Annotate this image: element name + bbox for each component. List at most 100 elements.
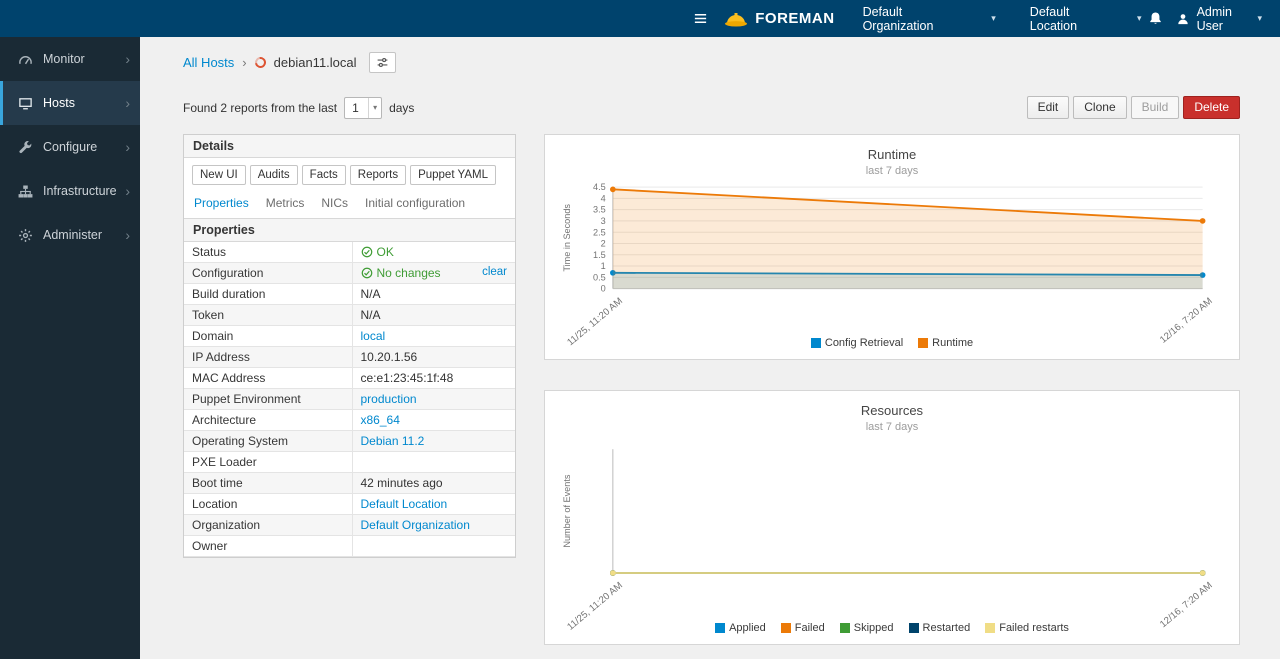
legend-item[interactable]: Failed restarts — [985, 622, 1069, 634]
sidebar-item-label: Hosts — [43, 96, 75, 110]
property-value: Debian 11.2 — [352, 431, 515, 452]
status-ok-text: OK — [377, 245, 394, 259]
sidebar-item-label: Administer — [43, 228, 102, 242]
sidebar-item-administer[interactable]: Administer › — [0, 213, 140, 257]
sidebar: Monitor›Hosts›Configure›Infrastructure›A… — [0, 37, 140, 659]
property-label: Domain — [184, 326, 352, 347]
property-link[interactable]: Default Location — [361, 497, 448, 511]
hamburger-menu-button[interactable] — [675, 11, 724, 26]
legend-item[interactable]: Runtime — [918, 337, 973, 349]
legend-label: Applied — [729, 622, 766, 634]
edit-button[interactable]: Edit — [1027, 96, 1070, 119]
facts-button[interactable]: Facts — [302, 165, 346, 185]
new-ui-button[interactable]: New UI — [192, 165, 246, 185]
property-label: Boot time — [184, 473, 352, 494]
legend-item[interactable]: Config Retrieval — [811, 337, 903, 349]
tab-initial-configuration[interactable]: Initial configuration — [365, 196, 465, 210]
tab-metrics[interactable]: Metrics — [266, 196, 305, 210]
user-menu[interactable]: Admin User ▾ — [1176, 5, 1262, 33]
breadcrumb-current-host: debian11.local — [274, 55, 357, 70]
chart-card-runtime: Runtimelast 7 days00.511.522.533.544.511… — [544, 134, 1240, 360]
details-card: Details New UIAuditsFactsReportsPuppet Y… — [183, 134, 516, 558]
property-row: IP Address10.20.1.56 — [184, 347, 515, 368]
chevron-right-icon: › — [125, 228, 130, 242]
property-value: No changes clear — [352, 263, 515, 284]
property-row: Organization Default Organization — [184, 515, 515, 536]
property-link[interactable]: Default Organization — [361, 518, 470, 532]
property-link[interactable]: Debian 11.2 — [361, 434, 425, 448]
sidebar-item-label: Infrastructure — [43, 184, 117, 198]
svg-text:4: 4 — [601, 193, 606, 203]
reports-button[interactable]: Reports — [350, 165, 406, 185]
chevron-right-icon: › — [125, 140, 130, 154]
property-link[interactable]: production — [361, 392, 417, 406]
property-label: Token — [184, 305, 352, 326]
property-value — [352, 536, 515, 557]
property-label: Configuration — [184, 263, 352, 284]
build-button: Build — [1131, 96, 1180, 119]
foreman-brand[interactable]: FOREMAN — [724, 9, 834, 29]
sidebar-item-infrastructure[interactable]: Infrastructure› — [0, 169, 140, 213]
chart-legend: Config Retrieval Runtime — [557, 333, 1227, 351]
tab-properties[interactable]: Properties — [194, 196, 249, 210]
property-row: PXE Loader — [184, 452, 515, 473]
chevron-right-icon: › — [125, 52, 130, 66]
chevron-right-icon: › — [125, 96, 130, 110]
property-label: Organization — [184, 515, 352, 536]
notifications-bell-icon[interactable] — [1148, 11, 1163, 26]
host-action-buttons: EditCloneBuildDelete — [1027, 96, 1240, 119]
legend-swatch — [909, 623, 919, 633]
organization-selector[interactable]: Default Organization ▾ — [857, 0, 1002, 37]
breadcrumb: All Hosts › debian11.local — [183, 50, 1240, 74]
property-row: Domain local — [184, 326, 515, 347]
organization-selector-value: Default Organization — [863, 5, 964, 33]
property-link[interactable]: x86_64 — [361, 413, 400, 427]
property-row: Configuration No changes clear — [184, 263, 515, 284]
legend-item[interactable]: Failed — [781, 622, 825, 634]
clear-link[interactable]: clear — [482, 266, 507, 278]
legend-swatch — [715, 623, 725, 633]
property-value: x86_64 — [352, 410, 515, 431]
location-selector[interactable]: Default Location ▾ — [1024, 0, 1148, 37]
clone-button[interactable]: Clone — [1073, 96, 1126, 119]
property-value: OK — [352, 242, 515, 263]
audits-button[interactable]: Audits — [250, 165, 298, 185]
property-row: Owner — [184, 536, 515, 557]
brand-name: FOREMAN — [755, 10, 834, 27]
legend-swatch — [811, 338, 821, 348]
property-label: Location — [184, 494, 352, 515]
caret-down-icon: ▾ — [368, 98, 377, 118]
main-content: All Hosts › debian11.local Found 2 repor… — [140, 37, 1280, 659]
legend-item[interactable]: Applied — [715, 622, 766, 634]
property-value: Default Organization — [352, 515, 515, 536]
chart-title: Runtime — [557, 147, 1227, 162]
display-settings-button[interactable] — [369, 52, 396, 73]
legend-item[interactable]: Skipped — [840, 622, 894, 634]
report-days-select[interactable]: 1 ▾ — [344, 97, 382, 119]
status-ok-text: No changes — [377, 266, 441, 280]
property-label: PXE Loader — [184, 452, 352, 473]
puppet-yaml-button[interactable]: Puppet YAML — [410, 165, 496, 185]
property-value: ce:e1:23:45:1f:48 — [352, 368, 515, 389]
delete-button[interactable]: Delete — [1183, 96, 1240, 119]
tab-nics[interactable]: NICs — [321, 196, 348, 210]
sidebar-item-configure[interactable]: Configure› — [0, 125, 140, 169]
svg-text:0.5: 0.5 — [593, 272, 606, 282]
caret-down-icon: ▾ — [1137, 13, 1142, 24]
breadcrumb-all-hosts-link[interactable]: All Hosts — [183, 55, 234, 70]
property-link[interactable]: local — [361, 329, 386, 343]
breadcrumb-separator: › — [242, 55, 246, 70]
details-card-header: Details — [184, 135, 515, 158]
location-selector-value: Default Location — [1030, 5, 1109, 33]
property-value: N/A — [352, 284, 515, 305]
chart-plot-resources: 11/25, 11:20 AM12/16, 7:20 AMNumber of E… — [557, 437, 1227, 618]
legend-item[interactable]: Restarted — [909, 622, 971, 634]
check-circle-icon — [361, 267, 373, 279]
legend-swatch — [985, 623, 995, 633]
sidebar-item-monitor[interactable]: Monitor› — [0, 37, 140, 81]
svg-text:2: 2 — [601, 239, 606, 249]
legend-label: Failed restarts — [999, 622, 1069, 634]
top-navbar: FOREMAN Default Organization ▾ Default L… — [0, 0, 1280, 37]
legend-label: Config Retrieval — [825, 337, 903, 349]
sidebar-item-hosts[interactable]: Hosts › — [0, 81, 140, 125]
